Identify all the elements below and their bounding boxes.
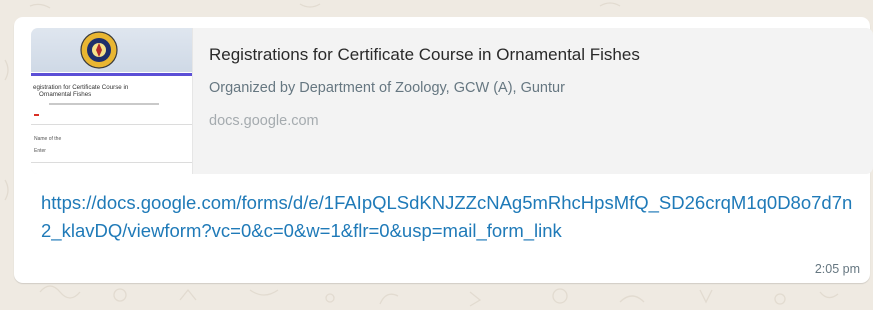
preview-description: Organized by Department of Zoology, GCW … (209, 80, 565, 96)
preview-domain: docs.google.com (209, 113, 319, 129)
preview-title: Registrations for Certificate Course in … (209, 45, 640, 64)
thumbnail-divider (31, 124, 192, 125)
thumbnail-field-hint: Enter (34, 148, 46, 154)
message-link[interactable]: https://docs.google.com/forms/d/e/1FAIpQ… (41, 189, 861, 245)
college-logo-icon (80, 31, 118, 69)
thumbnail-form-title: egistration for Certificate Course in Or… (33, 84, 129, 98)
thumbnail-accent-bar (31, 73, 192, 76)
thumbnail-divider (31, 162, 192, 163)
thumbnail-line (49, 103, 159, 105)
message-bubble: egistration for Certificate Course in Or… (14, 17, 873, 283)
thumbnail-field-label: Name of the (34, 136, 62, 142)
preview-thumbnail: egistration for Certificate Course in Or… (31, 28, 193, 174)
link-preview-card[interactable]: egistration for Certificate Course in Or… (31, 28, 873, 174)
thumbnail-required-mark (34, 114, 39, 116)
message-timestamp: 2:05 pm (814, 262, 860, 276)
